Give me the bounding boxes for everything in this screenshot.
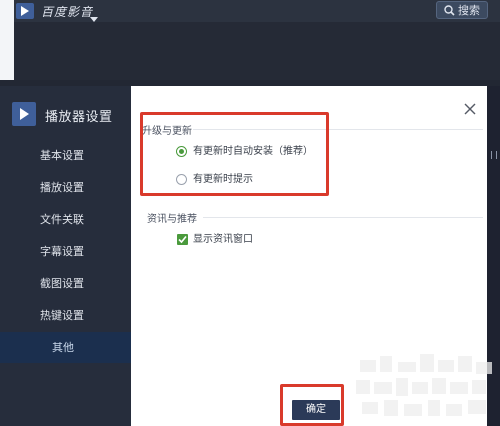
- play-logo-icon: [12, 102, 36, 126]
- search-label: 搜索: [458, 4, 480, 17]
- resize-handle[interactable]: [491, 151, 497, 159]
- background-app-area: [14, 22, 500, 80]
- background-window-strip: [0, 0, 14, 80]
- dialog-title: 播放器设置: [45, 110, 113, 125]
- radio-auto-install-label: 有更新时自动安装（推荐）: [193, 146, 313, 157]
- section-title-news: 资讯与推荐: [147, 214, 197, 225]
- close-icon[interactable]: [464, 100, 476, 115]
- ok-button[interactable]: 确定: [292, 400, 340, 420]
- sidebar-item-subtitles[interactable]: 字幕设置: [0, 236, 131, 267]
- radio-notify-update-label: 有更新时提示: [193, 174, 253, 185]
- radio-unselected-indicator[interactable]: [176, 174, 187, 185]
- sidebar-item-screenshot[interactable]: 截图设置: [0, 268, 131, 299]
- radio-selected-indicator[interactable]: [176, 146, 187, 157]
- search-button[interactable]: 搜索: [436, 1, 488, 19]
- settings-sidebar: 播放器设置 基本设置 播放设置 文件关联 字幕设置 截图设置 热键设置 其他: [0, 86, 131, 426]
- sidebar-item-file-association[interactable]: 文件关联: [0, 204, 131, 235]
- section-divider: [193, 129, 483, 130]
- checkbox-show-news-label: 显示资讯窗口: [193, 234, 253, 245]
- checkmark-icon[interactable]: [177, 234, 188, 245]
- sidebar-item-other[interactable]: 其他: [0, 332, 131, 363]
- sidebar-item-basic[interactable]: 基本设置: [0, 140, 131, 171]
- sidebar-item-hotkeys[interactable]: 热键设置: [0, 300, 131, 331]
- sidebar-item-playback[interactable]: 播放设置: [0, 172, 131, 203]
- watermark-image: [356, 354, 492, 416]
- section-title-update: 升级与更新: [142, 126, 192, 137]
- play-logo-icon: [16, 3, 34, 19]
- app-title: 百度影音: [41, 5, 94, 19]
- search-icon: [444, 5, 455, 16]
- section-divider: [203, 217, 483, 218]
- app-title-bar: 百度影音 搜索: [0, 0, 500, 22]
